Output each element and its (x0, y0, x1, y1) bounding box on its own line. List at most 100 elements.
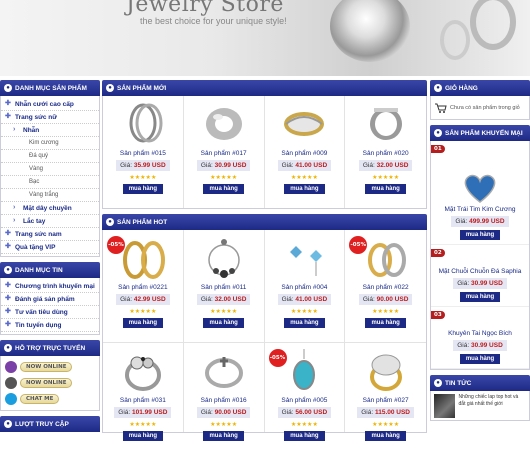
category-item[interactable]: Vàng (1, 163, 99, 176)
product-card[interactable]: Sản phẩm #009 Giá: 41.00 USD ★★★★★ mua hàng (265, 96, 346, 208)
price-label: Giá: (200, 162, 213, 169)
support-row[interactable]: NOW ONLINE (5, 375, 95, 391)
support-row[interactable]: NOW ONLINE (5, 359, 95, 375)
buy-button[interactable]: mua hàng (122, 184, 164, 194)
category-item[interactable]: ✚ Trang sức nữ (1, 111, 99, 124)
category-item[interactable]: Bạc (1, 176, 99, 189)
category-item[interactable]: › Nhẫn (1, 124, 99, 137)
product-price: Giá: 90.00 USD (196, 407, 251, 418)
bullet-icon: ● (106, 218, 114, 226)
plus-icon: ✚ (5, 295, 11, 302)
support-status-button[interactable]: CHAT ME (20, 394, 60, 404)
product-name-link[interactable]: Sản phẩm #015 (120, 150, 166, 157)
price-label: Giá: (281, 296, 294, 303)
product-image[interactable] (115, 100, 171, 146)
buy-button[interactable]: mua hàng (284, 184, 325, 194)
buy-button[interactable]: mua hàng (459, 230, 501, 240)
buy-button[interactable]: mua hàng (284, 431, 325, 441)
buy-button[interactable]: mua hàng (365, 431, 406, 441)
support-row[interactable]: CHAT ME (5, 391, 95, 407)
product-name-link[interactable]: Sản phẩm #017 (201, 150, 247, 157)
product-name-link[interactable]: Sản phẩm #027 (363, 397, 409, 404)
promo-item[interactable]: 01 Mặt Trái Tim Kim Cương Giá: 499.99 USD m… (431, 141, 529, 245)
product-card[interactable]: -05% Sản phẩm #005 Giá: 56.00 USD ★★★★★ mua … (264, 342, 346, 441)
categories-header: ● DANH MỤC SẢN PHẨM (0, 80, 100, 96)
product-price: Giá: 41.00 USD (277, 294, 332, 305)
product-name-link[interactable]: Sản phẩm #004 (281, 284, 327, 291)
product-card[interactable]: Sản phẩm #031 Giá: 101.99 USD ★★★★★ mua hàn… (103, 342, 184, 441)
buy-button[interactable]: mua hàng (459, 292, 501, 302)
product-image[interactable] (358, 347, 414, 393)
news-category-item[interactable]: ✚ Tư vấn tiêu dùng (1, 306, 99, 319)
product-image[interactable] (276, 234, 332, 280)
promo-name-link[interactable]: Mặt Chuỗi Chuỗn Đá Saphia (439, 268, 522, 275)
product-name-link[interactable]: Sản phẩm #022 (363, 284, 409, 291)
category-item[interactable]: › Mặt dây chuyền (1, 202, 99, 215)
support-status-button[interactable]: NOW ONLINE (20, 378, 73, 388)
buy-button[interactable]: mua hàng (203, 318, 244, 328)
product-card[interactable]: Sản phẩm #027 Giá: 115.00 USD ★★★★★ mua hàn… (345, 342, 426, 441)
buy-button[interactable]: mua hàng (122, 431, 164, 441)
banner-ring-image (330, 0, 410, 62)
category-item-label: Trang sức nam (15, 230, 62, 238)
buy-button[interactable]: mua hàng (122, 318, 164, 328)
promo-list: 01 Mặt Trái Tim Kim Cương Giá: 499.99 USD m… (430, 141, 530, 370)
product-card[interactable]: Sản phẩm #020 Giá: 32.00 USD ★★★★★ mua hàng (345, 96, 426, 208)
yahoo-icon (5, 361, 17, 373)
category-item[interactable]: › Lắc tay (1, 215, 99, 228)
rating-stars-icon: ★★★★★ (290, 421, 318, 428)
product-name-link[interactable]: Sản phẩm #005 (281, 397, 327, 404)
product-image[interactable] (196, 234, 252, 280)
category-item[interactable]: Vàng trắng (1, 189, 99, 202)
promo-price: Giá: 30.99 USD (453, 340, 507, 351)
header-banner: Jewelry Store the best choice for your u… (0, 0, 530, 76)
product-image[interactable] (196, 100, 252, 146)
category-item[interactable]: Kim cương (1, 137, 99, 150)
product-card[interactable]: Sản phẩm #004 Giá: 41.00 USD ★★★★★ mua hàng (265, 230, 346, 342)
product-name-link[interactable]: Sản phẩm #016 (201, 397, 247, 404)
product-name-link[interactable]: Sản phẩm #020 (363, 150, 409, 157)
price-value: 35.99 USD (133, 162, 166, 169)
rating-stars-icon: ★★★★★ (210, 308, 238, 315)
rating-stars-icon: ★★★★★ (372, 174, 400, 181)
category-item[interactable]: Đá quý (1, 150, 99, 163)
price-label: Giá: (120, 296, 133, 303)
buy-button[interactable]: mua hàng (284, 318, 325, 328)
product-image[interactable] (115, 347, 171, 393)
product-image[interactable] (196, 347, 252, 393)
product-card[interactable]: -05% Sản phẩm #0221 Giá: 42.99 USD ★★★★★ mua… (103, 230, 184, 342)
buy-button[interactable]: mua hàng (365, 318, 406, 328)
news-category-item[interactable]: ✚ Đánh giá sản phẩm (1, 293, 99, 306)
product-card[interactable]: Sản phẩm #016 Giá: 90.00 USD ★★★★★ mua hàng (183, 342, 265, 441)
support-status-button[interactable]: NOW ONLINE (20, 362, 73, 372)
promo-item[interactable]: 02 Mặt Chuỗi Chuỗn Đá Saphia Giá: 30.99 US… (431, 245, 529, 307)
product-card[interactable]: Sản phẩm #017 Giá: 30.99 USD ★★★★★ mua hàng (184, 96, 265, 208)
category-item[interactable]: ✚ Quà tặng VIP (1, 241, 99, 254)
bullet-icon: ● (434, 84, 442, 92)
product-name-link[interactable]: Sản phẩm #0221 (118, 284, 168, 291)
category-item[interactable]: ✚ Nhẫn cưới cao cấp (1, 98, 99, 111)
promo-rank-badge: 03 (431, 311, 445, 319)
buy-button[interactable]: mua hàng (365, 184, 406, 194)
product-image[interactable] (358, 100, 414, 146)
product-name-link[interactable]: Sản phẩm #011 (201, 284, 246, 291)
promo-name-link[interactable]: Mặt Trái Tim Kim Cương (444, 206, 515, 213)
product-card[interactable]: -05% Sản phẩm #022 Giá: 90.00 USD ★★★★★ mua … (345, 230, 426, 342)
news-item[interactable]: Những chiếc lap top hot và đắt giá nhất … (430, 391, 530, 421)
price-value: 41.00 USD (295, 162, 328, 169)
product-name-link[interactable]: Sản phẩm #009 (281, 150, 327, 157)
news-category-item[interactable]: ✚ Tin tuyển dụng (1, 319, 99, 332)
cart-panel[interactable]: Chưa có sản phẩm trong giỏ (430, 96, 530, 120)
promo-name-link[interactable]: Khuyên Tai Ngọc Bích (448, 330, 512, 337)
product-name-link[interactable]: Sản phẩm #031 (120, 397, 166, 404)
buy-button[interactable]: mua hàng (203, 184, 244, 194)
heart-pendant-image[interactable] (460, 170, 500, 206)
promo-item[interactable]: 03 Khuyên Tai Ngọc Bích Giá: 30.99 USD mua … (431, 307, 529, 369)
product-card[interactable]: Sản phẩm #015 Giá: 35.99 USD ★★★★★ mua hàng (103, 96, 184, 208)
product-card[interactable]: Sản phẩm #011 Giá: 32.00 USD ★★★★★ mua hàng (184, 230, 265, 342)
buy-button[interactable]: mua hàng (459, 354, 501, 364)
buy-button[interactable]: mua hàng (203, 431, 244, 441)
product-image[interactable] (276, 100, 332, 146)
category-item[interactable]: ✚ Trang sức nam (1, 228, 99, 241)
news-category-item[interactable]: ✚ Chương trình khuyến mại (1, 280, 99, 293)
